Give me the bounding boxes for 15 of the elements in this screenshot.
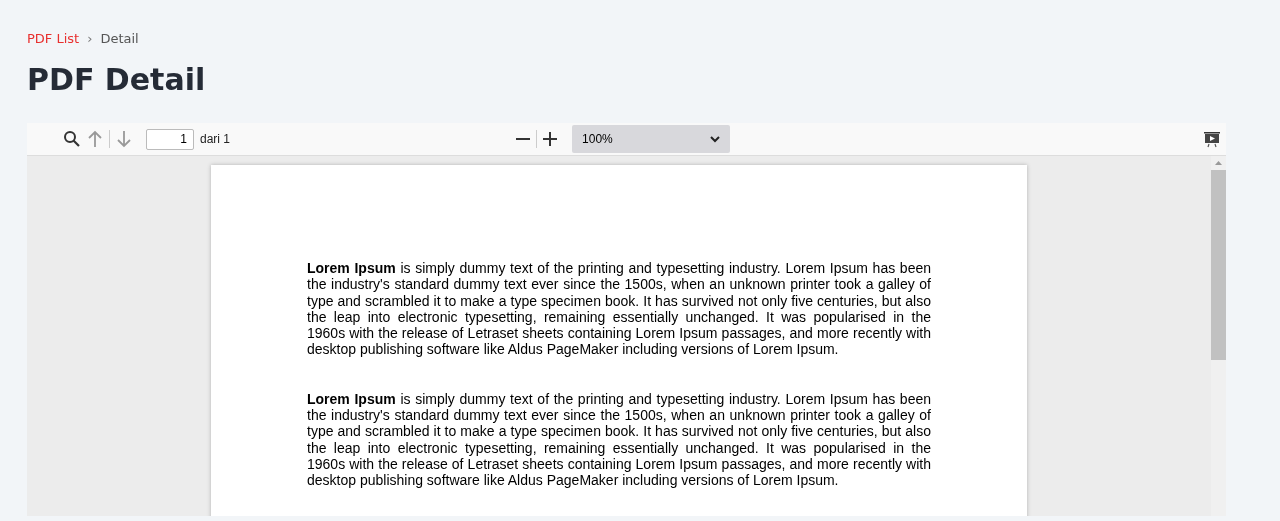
breadcrumb-current: Detail	[100, 31, 139, 46]
breadcrumb-link[interactable]: PDF List	[27, 31, 80, 46]
page-number-field[interactable]: 1	[146, 128, 194, 150]
scrollbar-thumb[interactable]	[1211, 170, 1226, 360]
search-icon[interactable]	[63, 130, 81, 148]
zoom-in-icon[interactable]	[543, 132, 558, 146]
paragraph: Lorem Ipsum is simply dummy text of the printing and typesetting industry. Lorem Ipsum has been the industry's standard dummy text ever since the 1500s, when an unknown printer took a galley of type and scrambled it to make a type specimen book. It has survived not only five centuries, but also the leap into electronic typesetting, remaining essentially unchanged. It was popularised in the 1960s with the release of Letraset sheets containing Lorem Ipsum passages, and more recently with desktop publishing software like Aldus PageMaker including versions of Lorem Ipsum.	[307, 260, 931, 358]
page-total: dari 1	[200, 132, 231, 146]
caret-icon	[710, 135, 721, 143]
zoom-dropdown[interactable]: 100%	[572, 125, 731, 153]
page-title: PDF Detail	[27, 62, 207, 97]
presentation-icon[interactable]	[1204, 130, 1220, 148]
breadcrumb-separator: ›	[87, 31, 93, 46]
paragraph: Lorem Ipsum is simply dummy text of the printing and typesetting industry. Lorem Ipsum has been the industry's standard dummy text ever since the 1500s, when an unknown printer took a galley of type and scrambled it to make a type specimen book. It has survived not only five centuries, but also the leap into electronic typesetting, remaining essentially unchanged. It was popularised in the 1960s with the release of Letraset sheets containing Lorem Ipsum passages, and more recently with desktop publishing software like Aldus PageMaker including versions of Lorem Ipsum.	[307, 390, 931, 489]
scrollbar[interactable]	[1211, 156, 1226, 516]
